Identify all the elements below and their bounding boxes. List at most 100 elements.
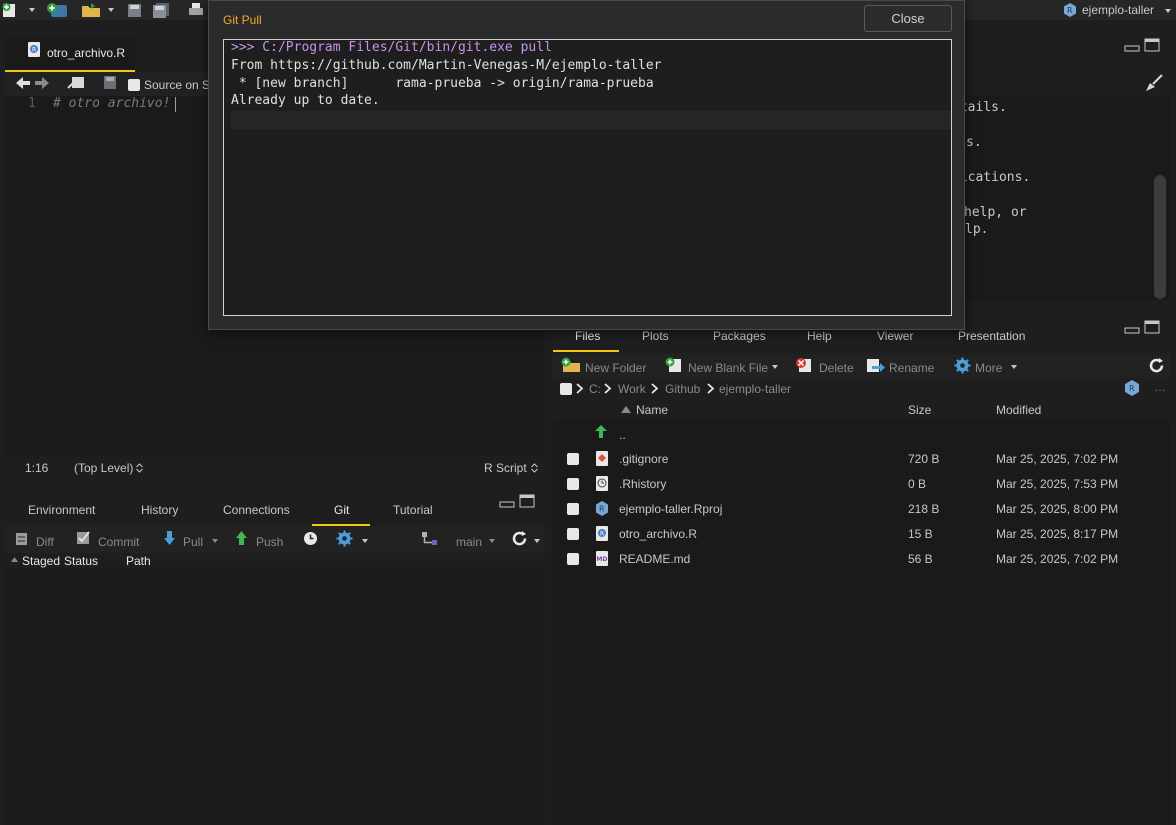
code-line[interactable]: # otro archivo!: [53, 96, 170, 111]
select-all-checkbox[interactable]: [560, 383, 572, 395]
more-button[interactable]: More: [975, 361, 1002, 375]
new-project-icon[interactable]: [44, 2, 70, 18]
refresh-dropdown-icon[interactable]: [534, 539, 540, 543]
breadcrumb-item[interactable]: Github: [665, 382, 700, 396]
show-in-window-icon[interactable]: [67, 75, 85, 91]
minimize-pane-icon[interactable]: [499, 496, 515, 508]
tab-viewer[interactable]: Viewer: [877, 329, 913, 343]
print-icon[interactable]: [187, 2, 205, 18]
console-maximize-icon[interactable]: [1144, 38, 1160, 52]
file-type[interactable]: R Script: [484, 461, 527, 475]
git-pull-dialog: Git Pull Close >>> C:/Program Files/Git/…: [208, 0, 965, 330]
push-button[interactable]: Push: [256, 535, 283, 549]
more-dropdown-icon[interactable]: [1011, 365, 1017, 369]
table-row[interactable]: .Rhistory 0 B Mar 25, 2025, 7:53 PM: [553, 472, 1170, 497]
column-staged[interactable]: Staged: [22, 554, 60, 568]
tab-git[interactable]: Git: [334, 503, 349, 517]
history-clock-icon[interactable]: [303, 531, 318, 546]
pull-button[interactable]: Pull: [183, 535, 203, 549]
console-minimize-icon[interactable]: [1124, 40, 1140, 52]
file-name[interactable]: otro_archivo.R: [619, 527, 697, 541]
new-blank-file-button[interactable]: New Blank File: [688, 361, 768, 375]
row-checkbox[interactable]: [567, 478, 579, 490]
tab-presentation[interactable]: Presentation: [958, 329, 1025, 343]
table-row[interactable]: R ejemplo-taller.Rproj 218 B Mar 25, 202…: [553, 497, 1170, 522]
project-dropdown-icon[interactable]: [1165, 9, 1171, 13]
table-row[interactable]: .gitignore 720 B Mar 25, 2025, 7:02 PM: [553, 447, 1170, 472]
git-file-icon: [596, 451, 608, 466]
diff-button[interactable]: Diff: [36, 535, 54, 549]
branch-selector[interactable]: main: [456, 535, 482, 549]
project-name[interactable]: ejemplo-taller: [1082, 3, 1154, 17]
filetype-updown-icon[interactable]: [531, 463, 538, 473]
tab-environment[interactable]: Environment: [28, 503, 95, 517]
maximize-pane-icon[interactable]: [519, 494, 535, 508]
table-row[interactable]: MD README.md 56 B Mar 25, 2025, 7:02 PM: [553, 547, 1170, 572]
row-checkbox[interactable]: [567, 553, 579, 565]
git-changes-list[interactable]: [5, 569, 545, 825]
tab-help[interactable]: Help: [807, 329, 832, 343]
file-modified: Mar 25, 2025, 8:00 PM: [996, 502, 1119, 516]
column-size[interactable]: Size: [908, 403, 931, 417]
tab-tutorial[interactable]: Tutorial: [393, 503, 433, 517]
save-icon[interactable]: [127, 2, 142, 18]
editor-tab[interactable]: R otro_archivo.R: [5, 38, 135, 72]
branch-icon[interactable]: [421, 531, 439, 547]
source-on-save-checkbox[interactable]: [128, 79, 140, 91]
parent-directory-link[interactable]: ..: [619, 428, 626, 442]
breadcrumb-item[interactable]: ejemplo-taller: [719, 382, 791, 396]
new-file-dropdown-icon[interactable]: [29, 8, 35, 12]
new-file-icon[interactable]: [2, 2, 18, 18]
sort-asc-icon[interactable]: [621, 406, 631, 413]
file-modified: Mar 25, 2025, 8:17 PM: [996, 527, 1119, 541]
open-file-icon[interactable]: [81, 2, 103, 18]
tab-files[interactable]: Files: [575, 329, 600, 343]
tab-packages[interactable]: Packages: [713, 329, 766, 343]
branch-dropdown-icon[interactable]: [489, 539, 495, 543]
files-refresh-icon[interactable]: [1148, 357, 1165, 374]
file-name[interactable]: .gitignore: [619, 452, 668, 466]
file-name[interactable]: README.md: [619, 552, 690, 566]
console-scrollbar[interactable]: [1154, 175, 1166, 299]
go-to-project-icon[interactable]: R: [1124, 379, 1140, 397]
scope-indicator[interactable]: (Top Level): [74, 461, 133, 475]
delete-button[interactable]: Delete: [819, 361, 854, 375]
files-maximize-icon[interactable]: [1144, 320, 1160, 334]
close-button[interactable]: Close: [864, 5, 952, 32]
row-checkbox[interactable]: [567, 453, 579, 465]
breadcrumb-item[interactable]: C:: [589, 382, 601, 396]
table-row[interactable]: R otro_archivo.R 15 B Mar 25, 2025, 8:17…: [553, 522, 1170, 547]
rename-button[interactable]: Rename: [889, 361, 934, 375]
file-name[interactable]: ejemplo-taller.Rproj: [619, 502, 722, 516]
column-path[interactable]: Path: [126, 554, 151, 568]
forward-arrow-icon[interactable]: [34, 76, 50, 90]
pull-dropdown-icon[interactable]: [212, 539, 218, 543]
git-output[interactable]: >>> C:/Program Files/Git/bin/git.exe pul…: [223, 39, 952, 316]
editor-save-icon[interactable]: [103, 75, 117, 90]
column-modified[interactable]: Modified: [996, 403, 1041, 417]
parent-directory-row[interactable]: ..: [553, 420, 1170, 445]
refresh-icon[interactable]: [511, 530, 528, 547]
gear-icon[interactable]: [336, 530, 353, 547]
file-name[interactable]: .Rhistory: [619, 477, 666, 491]
breadcrumb-item[interactable]: Work: [618, 382, 646, 396]
row-checkbox[interactable]: [567, 528, 579, 540]
row-checkbox[interactable]: [567, 503, 579, 515]
clear-console-broom-icon[interactable]: [1144, 74, 1164, 92]
new-blank-file-dropdown-icon[interactable]: [772, 365, 778, 369]
scope-updown-icon[interactable]: [136, 463, 143, 473]
column-name[interactable]: Name: [636, 403, 668, 417]
settings-dropdown-icon[interactable]: [362, 539, 368, 543]
commit-button[interactable]: Commit: [98, 535, 139, 549]
line-number: 1: [28, 96, 36, 111]
files-minimize-icon[interactable]: [1124, 322, 1140, 334]
more-options-icon[interactable]: …: [1154, 380, 1166, 394]
open-file-dropdown-icon[interactable]: [108, 8, 114, 12]
back-arrow-icon[interactable]: [15, 76, 31, 90]
tab-history[interactable]: History: [141, 503, 178, 517]
tab-plots[interactable]: Plots: [642, 329, 669, 343]
tab-connections[interactable]: Connections: [223, 503, 290, 517]
new-folder-button[interactable]: New Folder: [585, 361, 646, 375]
save-all-icon[interactable]: [152, 2, 170, 18]
column-status[interactable]: Status: [64, 554, 98, 568]
